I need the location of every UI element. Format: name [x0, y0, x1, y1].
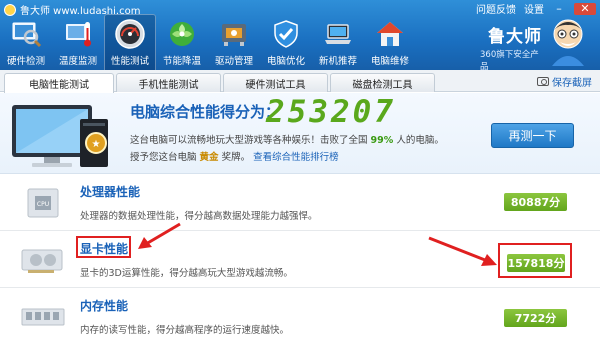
- memory-icon: [21, 308, 65, 326]
- tool-label: 电脑优化: [266, 56, 305, 67]
- tool-label: 硬件检测: [6, 56, 45, 67]
- tool-label: 新机推荐: [318, 56, 357, 67]
- svg-text:★: ★: [92, 139, 101, 150]
- retest-button[interactable]: 再测一下: [491, 123, 574, 148]
- memory-performance-title: 内存性能: [80, 299, 129, 313]
- computer-medal-icon: ★: [12, 105, 108, 167]
- shield-check-icon: [274, 20, 298, 48]
- laptop-icon: [325, 24, 351, 44]
- brand: 鲁大师 360旗下安全产品: [480, 14, 590, 72]
- mascot-icon: [552, 19, 584, 66]
- memory-performance-desc: 内存的读写性能，得分越高程序的运行速度越快。: [80, 325, 290, 336]
- tab-phone-performance[interactable]: 手机性能测试: [116, 73, 221, 92]
- gpu-title-highlight: [76, 236, 131, 258]
- main-toolbar: 硬件检测 温度监测 性能测试 节能降温 驱动管理 电脑优化 新机推荐 电脑维修: [0, 14, 416, 70]
- monitor-magnifier-icon: [12, 22, 42, 48]
- chip-gear-icon: [222, 24, 246, 46]
- gpu-score-highlight: [498, 243, 572, 278]
- save-screenshot-label: 保存截屏: [552, 78, 592, 89]
- speedometer-icon: [115, 19, 145, 49]
- cpu-performance-title: 处理器性能: [80, 185, 141, 199]
- camera-icon: [537, 77, 549, 86]
- memory-performance-row: 内存性能 内存的读写性能，得分越高程序的运行速度越快。 7722分: [0, 289, 600, 345]
- tool-label: 电脑维修: [370, 56, 409, 67]
- tool-energy-saving[interactable]: 节能降温: [156, 14, 208, 70]
- cpu-score-badge: 80887分: [504, 193, 567, 211]
- medal-level: 黄金: [199, 152, 219, 163]
- medal-desc-suffix: 奖牌。: [221, 152, 251, 163]
- tool-label: 性能测试: [110, 56, 149, 67]
- gpu-performance-desc: 显卡的3D运算性能，得分越高玩大型游戏越流畅。: [80, 268, 293, 279]
- tab-bar: 电脑性能测试 手机性能测试 硬件测试工具 磁盘检测工具 保存截屏: [0, 70, 600, 93]
- score-label: 电脑综合性能得分为：: [130, 103, 281, 121]
- medal-description: 授予您这台电脑 黄金 奖牌。 查看综合性能排行榜: [130, 149, 339, 163]
- tab-pc-performance[interactable]: 电脑性能测试: [4, 73, 114, 93]
- house-icon: [377, 22, 403, 46]
- minimize-icon[interactable]: –: [552, 2, 566, 15]
- ranking-link[interactable]: 查看综合性能排行榜: [253, 152, 339, 163]
- tool-temperature[interactable]: 温度监测: [52, 14, 104, 70]
- brand-name: 鲁大师: [488, 27, 542, 47]
- tool-driver-management[interactable]: 驱动管理: [208, 14, 260, 70]
- tool-label: 驱动管理: [214, 56, 253, 67]
- tab-hardware-tools[interactable]: 硬件测试工具: [223, 73, 328, 92]
- tool-new-pc-recommend[interactable]: 新机推荐: [312, 14, 364, 70]
- brand-subtitle: 360旗下安全产品: [480, 50, 539, 72]
- score-desc-suffix: 人的电脑。: [396, 135, 444, 146]
- tool-pc-optimization[interactable]: 电脑优化: [260, 14, 312, 70]
- svg-text:CPU: CPU: [37, 201, 49, 208]
- total-score: 253207: [266, 94, 396, 130]
- close-icon[interactable]: ✕: [574, 2, 596, 15]
- score-panel: ★ 电脑综合性能得分为： 253207 这台电脑可以流畅地玩大型游戏等各种娱乐！…: [0, 93, 600, 174]
- arrow-to-gpu-score: [428, 236, 497, 266]
- score-desc-text: 这台电脑可以流畅地玩大型游戏等各种娱乐！击败了全国: [130, 135, 368, 146]
- top-bar: 鲁大师 www.ludashi.com 问题反馈 设置 – ✕ 硬件检测 温度监…: [0, 0, 600, 72]
- cpu-performance-row: CPU 处理器性能 处理器的数据处理性能，得分越高数据处理能力越强悍。 8088…: [0, 175, 600, 231]
- tool-pc-repair[interactable]: 电脑维修: [364, 14, 416, 70]
- tool-hardware-check[interactable]: 硬件检测: [0, 14, 52, 70]
- arrow-to-gpu-title: [138, 222, 181, 249]
- beat-percent: 99%: [370, 135, 394, 146]
- medal-desc-text: 授予您这台电脑: [130, 152, 197, 163]
- tool-performance-test[interactable]: 性能测试: [104, 14, 156, 70]
- memory-score-badge: 7722分: [504, 309, 567, 327]
- score-description: 这台电脑可以流畅地玩大型游戏等各种娱乐！击败了全国 99% 人的电脑。: [130, 132, 444, 146]
- tab-disk-tools[interactable]: 磁盘检测工具: [330, 73, 435, 92]
- save-screenshot-button[interactable]: 保存截屏: [537, 74, 592, 89]
- leaf-fan-icon: [170, 22, 194, 46]
- cpu-icon: CPU: [27, 188, 59, 218]
- thermometer-icon: [66, 22, 91, 47]
- tool-label: 节能降温: [162, 56, 201, 67]
- graphics-card-icon: [21, 249, 63, 273]
- tool-label: 温度监测: [58, 56, 97, 67]
- cpu-performance-desc: 处理器的数据处理性能，得分越高数据处理能力越强悍。: [80, 211, 318, 222]
